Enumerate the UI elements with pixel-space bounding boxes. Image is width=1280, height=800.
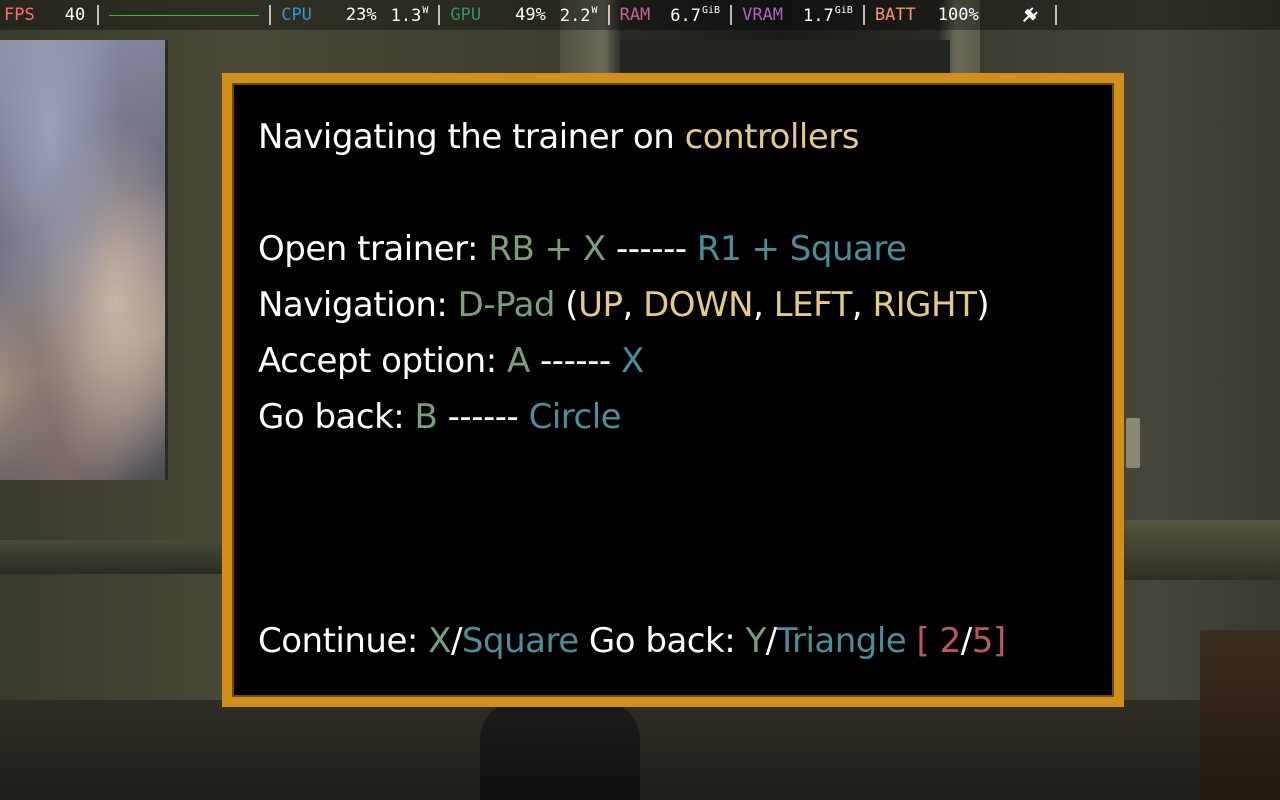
performance-overlay: FPS 40 CPU 23% 1.3W GPU 49% 2.2W RAM 6.7… [0, 0, 1280, 30]
dialog-title: Navigating the trainer on controllers [258, 109, 860, 165]
hud-separator [607, 5, 610, 25]
continue-label: Continue: [258, 621, 429, 661]
controls-list: Open trainer: RB + X ------ R1 + Square … [258, 221, 990, 445]
game-screen: FPS 40 CPU 23% 1.3W GPU 49% 2.2W RAM 6.7… [0, 0, 1280, 800]
light-switch [1126, 418, 1140, 468]
go-back-label: Go back: [258, 397, 415, 437]
batt-value: 100% [937, 5, 979, 25]
open-trainer-xbox: RB + X [488, 229, 606, 269]
go-back-line: Go back: B ------ Circle [258, 389, 989, 445]
ram-usage: 6.7GiB [670, 5, 720, 26]
ram-unit: GiB [702, 4, 721, 16]
wall-poster [0, 40, 168, 480]
gpu-power: 2.2W [560, 5, 598, 26]
wall-trim-right [1120, 520, 1280, 580]
dialog-footer: Continue: X/Square Go back: Y/Triangle [… [258, 613, 1006, 669]
hud-separator [730, 5, 733, 25]
floor [0, 700, 1280, 800]
vram-value: 1.7 [803, 5, 834, 26]
cpu-power-value: 1.3 [390, 5, 422, 26]
open-trainer-line: Open trainer: RB + X ------ R1 + Square [258, 221, 989, 277]
continue-xbox-button[interactable]: X [428, 621, 451, 661]
cpu-power-unit: W [422, 4, 429, 16]
trainer-help-dialog: Navigating the trainer on controllers Op… [222, 73, 1124, 707]
hud-separator [1054, 5, 1057, 25]
footer-go-back-label: Go back: [578, 621, 746, 661]
page-bracket-close: ] [992, 621, 1006, 661]
go-back-slash: / [765, 621, 777, 661]
page-current: 2 [939, 621, 962, 661]
plug-icon-svg [1022, 7, 1038, 23]
navigation-label: Navigation: [258, 285, 458, 325]
ram-label: RAM [619, 5, 651, 25]
accept-option-xbox: A [506, 341, 530, 381]
navigation-dpad: D-Pad [457, 285, 556, 325]
navigation-line: Navigation: D-Pad (UP, DOWN, LEFT, RIGHT… [258, 277, 990, 333]
plug-icon [1019, 5, 1041, 25]
go-back-separator: ------ [437, 397, 529, 437]
navigation-down: DOWN [643, 285, 754, 325]
gpu-label: GPU [450, 5, 482, 25]
title-prefix: Navigating the trainer on [258, 117, 685, 157]
navigation-left: LEFT [773, 285, 853, 325]
navigation-comma: , [753, 285, 774, 325]
furniture [1200, 630, 1280, 800]
hud-separator [269, 5, 272, 25]
go-back-playstation-button[interactable]: Triangle [777, 621, 907, 661]
page-total: 5 [971, 621, 994, 661]
go-back-playstation: Circle [528, 397, 622, 437]
batt-label: BATT [874, 5, 916, 25]
accept-option-line: Accept option: A ------ X [258, 333, 989, 389]
navigation-paren-close: ) [976, 285, 990, 325]
open-trainer-playstation: R1 + Square [696, 229, 907, 269]
page-bracket-open: [ [906, 621, 940, 661]
go-back-xbox: B [414, 397, 438, 437]
gpu-load: 49% [515, 5, 546, 25]
frametime-line [109, 15, 260, 16]
fps-value: 40 [64, 5, 86, 25]
hud-separator [438, 5, 441, 25]
vram-unit: GiB [834, 4, 853, 16]
cpu-load: 23% [345, 5, 377, 25]
vram-label: VRAM [742, 5, 784, 25]
ram-value: 6.7 [670, 5, 702, 26]
go-back-xbox-button[interactable]: Y [745, 621, 766, 661]
cpu-power: 1.3W [391, 5, 429, 26]
navigation-up: UP [578, 285, 623, 325]
gpu-power-unit: W [591, 4, 598, 16]
hud-separator [97, 5, 100, 25]
character-figure [480, 700, 640, 800]
accept-option-playstation: X [620, 341, 644, 381]
continue-slash: / [450, 621, 462, 661]
title-highlight: controllers [684, 117, 860, 157]
hud-separator [862, 5, 865, 25]
page-slash: / [960, 621, 972, 661]
open-trainer-separator: ------ [605, 229, 697, 269]
gpu-power-value: 2.2 [559, 5, 591, 26]
cpu-label: CPU [281, 5, 312, 25]
fps-label: FPS [4, 5, 35, 25]
accept-option-separator: ------ [529, 341, 621, 381]
open-trainer-label: Open trainer: [258, 229, 489, 269]
navigation-paren-open: ( [555, 285, 579, 325]
vram-usage: 1.7GiB [803, 5, 853, 26]
navigation-comma: , [851, 285, 873, 325]
frametime-graph [109, 9, 260, 21]
accept-option-label: Accept option: [258, 341, 507, 381]
continue-playstation-button[interactable]: Square [462, 621, 579, 661]
navigation-right: RIGHT [872, 285, 977, 325]
navigation-comma: , [622, 285, 644, 325]
